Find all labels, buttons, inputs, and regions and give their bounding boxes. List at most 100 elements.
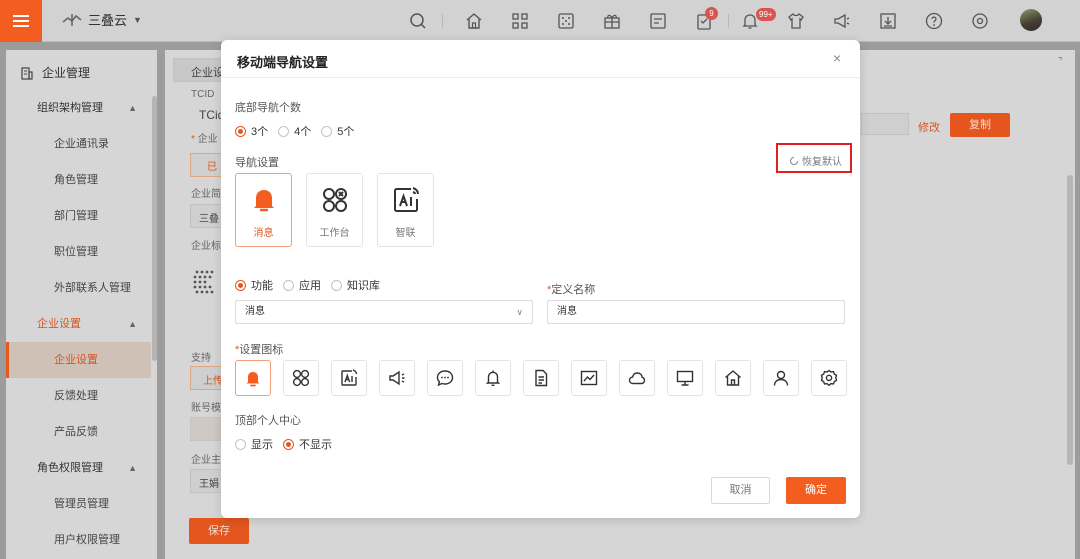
- icon-choice-user[interactable]: [763, 360, 799, 396]
- save-button[interactable]: 保存: [189, 518, 249, 544]
- nav-type-option-function[interactable]: 功能: [235, 277, 273, 293]
- chevron-up-icon: ▲: [128, 103, 137, 113]
- avatar[interactable]: [1020, 9, 1042, 31]
- bell-icon: [246, 372, 260, 387]
- sidebar-item-contacts[interactable]: 企业通讯录: [6, 126, 151, 162]
- icon-choice-ai[interactable]: [331, 360, 367, 396]
- icon-choice-monitor[interactable]: [667, 360, 703, 396]
- apps-icon[interactable]: [510, 11, 530, 31]
- sidebar-item-enterprise-settings[interactable]: 企业设置: [6, 342, 151, 378]
- sidebar-scrollbar[interactable]: [152, 96, 157, 361]
- sidebar-item-label: 组织架构管理: [37, 102, 103, 114]
- nav-card-ai[interactable]: 智联: [377, 173, 434, 247]
- icon-choice-bell[interactable]: [235, 360, 271, 396]
- nav-count-option-4[interactable]: 4个: [278, 123, 311, 139]
- tcid-input-tail: [861, 113, 909, 135]
- field-label: * 企业: [191, 134, 218, 145]
- megaphone-icon[interactable]: [832, 11, 852, 31]
- nav-card-workbench[interactable]: 工作台: [306, 173, 363, 247]
- sidebar-item-label: 管理员管理: [54, 498, 109, 510]
- close-icon[interactable]: ×: [833, 51, 841, 65]
- function-select[interactable]: 消息 ∨: [235, 300, 533, 324]
- icon-choice-gear[interactable]: [811, 360, 847, 396]
- workspace-switcher[interactable]: 三叠云 ▼: [62, 10, 142, 29]
- collapse-corner-icon[interactable]: ⌝: [1058, 56, 1062, 67]
- modify-link[interactable]: 修改: [918, 119, 940, 135]
- verified-tag-label: 已: [207, 162, 217, 173]
- nav-count-label: 底部导航个数: [235, 102, 301, 114]
- shirt-icon[interactable]: [786, 11, 806, 31]
- icon-choice-home[interactable]: [715, 360, 751, 396]
- building-icon: [21, 66, 33, 80]
- sidebar-item-product-feedback[interactable]: 产品反馈: [6, 414, 151, 450]
- radio-checked-icon: [235, 279, 246, 291]
- icon-choice-megaphone[interactable]: [379, 360, 415, 396]
- restore-default-button[interactable]: 恢复默认: [789, 153, 842, 168]
- top-center-option-hide[interactable]: 不显示: [283, 436, 332, 452]
- settings-icon[interactable]: [970, 11, 990, 31]
- field-label: 账号模: [191, 403, 221, 414]
- nav-type-option-app[interactable]: 应用: [283, 277, 321, 293]
- sidebar-item-user-permissions[interactable]: 用户权限管理: [6, 522, 151, 558]
- sidebar-item-label: 角色权限管理: [37, 462, 103, 474]
- sidebar-item-roles[interactable]: 角色管理: [6, 162, 151, 198]
- cancel-button[interactable]: 取消: [711, 477, 770, 504]
- sidebar-group-permissions[interactable]: 角色权限管理 ▲: [6, 450, 151, 486]
- nav-card-label: 消息: [253, 228, 274, 239]
- sidebar-item-feedback-handling[interactable]: 反馈处理: [6, 378, 151, 414]
- help-icon[interactable]: [924, 11, 944, 31]
- nav-count-option-5[interactable]: 5个: [321, 123, 354, 139]
- user-icon: [773, 370, 789, 386]
- sidebar-item-departments[interactable]: 部门管理: [6, 198, 151, 234]
- nav-count-radio-group: 3个 4个 5个: [235, 123, 364, 139]
- nav-count-option-3[interactable]: 3个: [235, 123, 268, 139]
- custom-name-label: *定义名称: [547, 284, 596, 296]
- gift-icon[interactable]: [602, 11, 622, 31]
- icon-choice-cloud[interactable]: [619, 360, 655, 396]
- menu-toggle-button[interactable]: [0, 0, 42, 42]
- dialog-header: 移动端导航设置 ×: [221, 40, 860, 78]
- main-scrollbar[interactable]: [1067, 175, 1073, 465]
- icon-choice-bell-outline[interactable]: [475, 360, 511, 396]
- form-icon[interactable]: [648, 11, 668, 31]
- nav-settings-label: 导航设置: [235, 157, 279, 169]
- sidebar-group-org[interactable]: 组织架构管理 ▲: [6, 90, 151, 126]
- megaphone-icon: [389, 370, 405, 386]
- bell-icon: [254, 190, 274, 212]
- copy-button[interactable]: 复制: [950, 113, 1010, 137]
- logo-placeholder-icon: [193, 270, 214, 294]
- radio-unchecked-icon: [321, 125, 333, 137]
- icon-choice-chart[interactable]: [571, 360, 607, 396]
- template-input[interactable]: [190, 417, 222, 441]
- sidebar-item-positions[interactable]: 职位管理: [6, 234, 151, 270]
- top-center-option-show[interactable]: 显示: [235, 436, 273, 452]
- sidebar-item-label: 用户权限管理: [54, 534, 120, 546]
- field-label: 企业简: [191, 189, 221, 200]
- nav-card-message[interactable]: 消息: [235, 173, 292, 247]
- custom-name-input[interactable]: 消息: [547, 300, 845, 324]
- icon-choice-chat[interactable]: [427, 360, 463, 396]
- search-icon[interactable]: [408, 11, 428, 31]
- restore-default-label: 恢复默认: [802, 157, 842, 168]
- dice-icon[interactable]: [556, 11, 576, 31]
- task-count-badge: 9: [705, 7, 718, 20]
- field-label: 企业主: [191, 455, 221, 466]
- chevron-up-icon: ▲: [128, 319, 137, 329]
- logo-icon: [62, 13, 82, 26]
- sidebar-item-external-contacts[interactable]: 外部联系人管理: [6, 270, 151, 306]
- home-icon[interactable]: [464, 11, 484, 31]
- chat-icon: [436, 370, 454, 387]
- sidebar-item-admins[interactable]: 管理员管理: [6, 486, 151, 522]
- icon-choice-document[interactable]: [523, 360, 559, 396]
- icon-choice-workbench[interactable]: [283, 360, 319, 396]
- option-label: 功能: [251, 280, 273, 292]
- confirm-button[interactable]: 确定: [786, 477, 846, 504]
- mobile-nav-settings-dialog: 移动端导航设置 × 底部导航个数 3个 4个 5个 导航设置 恢复默认 消息 工…: [221, 40, 860, 518]
- nav-type-option-knowledge-base[interactable]: 知识库: [331, 277, 380, 293]
- sidebar-group-enterprise-settings[interactable]: 企业设置 ▲: [6, 306, 151, 342]
- download-icon[interactable]: [878, 11, 898, 31]
- sidebar-header: 企业管理: [20, 64, 90, 81]
- function-select-value: 消息: [245, 306, 265, 317]
- option-label: 4个: [294, 126, 312, 138]
- option-label: 显示: [251, 439, 273, 451]
